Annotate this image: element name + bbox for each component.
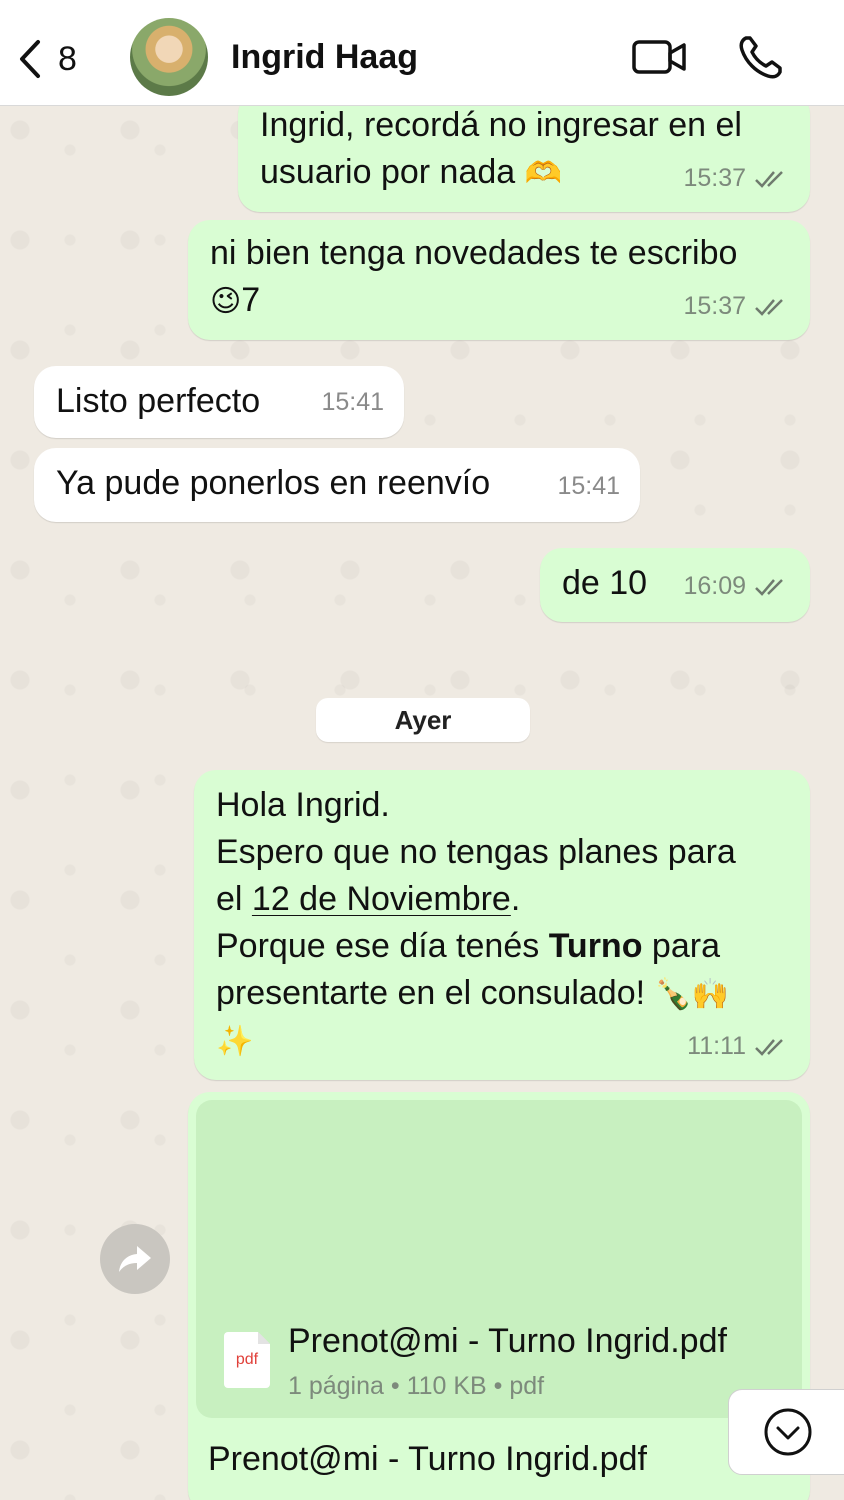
- message-bubble[interactable]: Listo perfecto 15:41: [34, 366, 404, 438]
- message-time: 16:09: [683, 572, 746, 600]
- document-info: 1 página • 110 KB • pdf: [288, 1372, 545, 1400]
- message-text-line: Porque ese día tenés Turno para: [216, 927, 720, 965]
- message-text-line: presentarte en el consulado!: [216, 974, 646, 1012]
- double-check-icon: [755, 578, 783, 596]
- document-caption: Prenot@mi - Turno Ingrid.pdf: [208, 1440, 647, 1478]
- day-divider: Ayer: [316, 698, 530, 742]
- chat-header: 8 Ingrid Haag: [0, 0, 844, 106]
- message-text-line: Ingrid, recordá no ingresar en el: [260, 106, 742, 144]
- message-bubble[interactable]: ni bien tenga novedades te escribo 😉7 15…: [188, 220, 810, 340]
- document-file-name: Prenot@mi - Turno Ingrid.pdf: [288, 1322, 727, 1360]
- unread-count: 8: [58, 39, 77, 78]
- message-text-line: Hola Ingrid.: [216, 786, 390, 824]
- document-message[interactable]: pdf Prenot@mi - Turno Ingrid.pdf 1 págin…: [188, 1092, 810, 1500]
- phone-icon: [739, 36, 782, 79]
- forward-button[interactable]: [100, 1224, 170, 1294]
- message-text-line: ni bien tenga novedades te escribo: [210, 234, 738, 272]
- message-text: de 10: [562, 564, 648, 602]
- chevron-down-icon: [764, 1408, 812, 1456]
- pdf-file-icon: pdf: [224, 1332, 270, 1388]
- date-link[interactable]: 12 de Noviembre: [252, 880, 511, 918]
- message-bubble[interactable]: Ingrid, recordá no ingresar en el usuari…: [238, 92, 810, 212]
- message-bubble[interactable]: de 10 16:09: [540, 548, 810, 622]
- message-meta: 11:11: [687, 1023, 790, 1070]
- message-text-suffix: 7: [241, 281, 261, 319]
- chevron-left-icon: [20, 40, 40, 78]
- message-bubble[interactable]: Hola Ingrid. Espero que no tengas planes…: [194, 770, 810, 1080]
- message-text: Listo perfecto: [56, 382, 261, 420]
- message-time: 15:41: [557, 472, 620, 500]
- document-preview[interactable]: pdf Prenot@mi - Turno Ingrid.pdf 1 págin…: [196, 1100, 802, 1418]
- voice-call-button[interactable]: [734, 32, 794, 82]
- emoji: 🍾🙌: [654, 977, 730, 1012]
- message-text: Ya pude ponerlos en reenvío: [56, 464, 491, 502]
- emoji: 🫶: [524, 156, 562, 191]
- message-meta: 15:37: [683, 155, 790, 202]
- double-check-icon: [755, 1038, 783, 1056]
- message-time: 15:37: [683, 164, 746, 192]
- message-meta: 15:41: [321, 379, 384, 426]
- message-text-line: el 12 de Noviembre.: [216, 880, 521, 918]
- contact-avatar[interactable]: [130, 18, 208, 96]
- message-text-line: Espero que no tengas planes para: [216, 833, 736, 871]
- message-time: 11:11: [687, 1032, 746, 1060]
- message-bubble[interactable]: Ya pude ponerlos en reenvío 15:41: [34, 448, 640, 522]
- message-text-line: usuario por nada: [260, 153, 516, 191]
- message-meta: 15:37: [683, 283, 790, 330]
- forward-icon: [119, 1246, 151, 1272]
- contact-name[interactable]: Ingrid Haag: [231, 38, 418, 77]
- message-time: 15:41: [321, 388, 384, 416]
- double-check-icon: [755, 170, 783, 188]
- back-button[interactable]: 8: [14, 34, 77, 84]
- double-check-icon: [755, 298, 783, 316]
- bold-text: Turno: [548, 927, 643, 965]
- message-meta: 16:09: [683, 563, 790, 610]
- message-meta: 15:41: [557, 463, 620, 510]
- scroll-to-bottom-button[interactable]: [728, 1389, 844, 1475]
- video-call-button[interactable]: [630, 32, 690, 82]
- message-time: 15:37: [683, 292, 746, 320]
- emoji: 😉: [210, 284, 242, 319]
- video-call-icon: [632, 40, 686, 74]
